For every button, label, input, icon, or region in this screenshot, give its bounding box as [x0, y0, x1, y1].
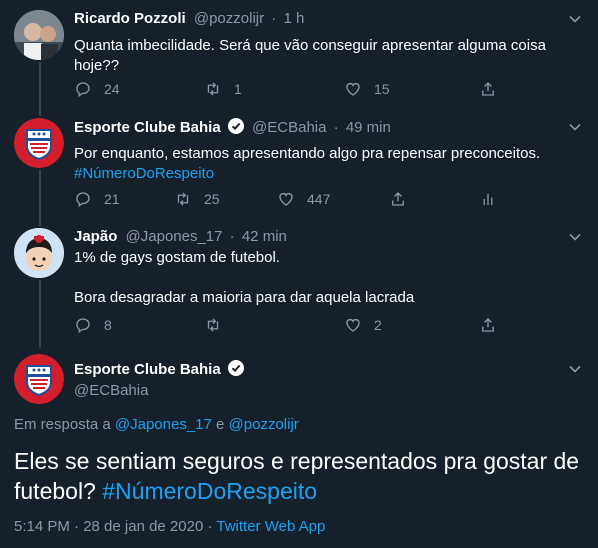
tweet-text-line: Bora desagradar a maioria para dar aquel…	[74, 289, 415, 306]
reply-count: 24	[104, 81, 120, 97]
retweet-button[interactable]: 25	[174, 190, 220, 208]
retweet-button[interactable]: 1	[204, 80, 242, 98]
retweet-count: 1	[234, 81, 242, 97]
reply-count: 8	[104, 317, 112, 333]
tweet-bahia[interactable]: Esporte Clube Bahia @ECBahia · 49 min Po…	[0, 108, 598, 218]
tweet-metadata: 5:14 PM · 28 de jan de 2020 · Twitter We…	[14, 518, 325, 535]
replying-to: Em resposta a @Japones_17 e @pozzolijr	[14, 416, 299, 433]
mention-link[interactable]: @pozzolijr	[229, 416, 299, 433]
analytics-button[interactable]	[479, 190, 509, 208]
chevron-down-icon[interactable]	[568, 362, 582, 376]
avatar[interactable]	[14, 118, 64, 168]
main-tweet-text: Eles se sentiam seguros e representados …	[14, 446, 584, 506]
reply-joiner: e	[216, 416, 225, 433]
tweet-actions: 8 2	[74, 316, 514, 336]
user-handle[interactable]: @pozzolijr	[194, 10, 264, 27]
chevron-down-icon[interactable]	[568, 120, 582, 134]
reply-icon	[76, 82, 90, 98]
analytics-icon	[483, 193, 493, 205]
retweet-button[interactable]	[204, 316, 234, 334]
heart-icon	[279, 192, 293, 206]
mention-link[interactable]: @Japones_17	[115, 416, 212, 433]
tweet-japao[interactable]: Japão @Japones_17 · 42 min 1% de gays go…	[0, 218, 598, 346]
cartoon-avatar-icon	[14, 228, 64, 278]
chevron-down-icon[interactable]	[568, 12, 582, 26]
display-name[interactable]: Japão	[74, 228, 117, 245]
share-button[interactable]	[479, 316, 509, 334]
user-handle[interactable]: @ECBahia	[74, 382, 244, 399]
like-button[interactable]: 15	[344, 80, 390, 98]
heart-icon	[346, 318, 360, 332]
bahia-crest-icon	[14, 354, 64, 404]
display-name[interactable]: Esporte Clube Bahia	[74, 119, 221, 136]
tweet-text-line: 1% de gays gostam de futebol.	[74, 249, 280, 266]
heart-icon	[346, 82, 360, 96]
bahia-crest-icon	[14, 118, 64, 168]
reply-icon	[76, 318, 90, 334]
source-link[interactable]: Twitter Web App	[216, 518, 325, 535]
tweet-time[interactable]: 42 min	[242, 228, 287, 245]
like-count: 2	[374, 317, 382, 333]
reply-button[interactable]: 24	[74, 80, 120, 98]
tweet-actions: 21 25 447	[74, 190, 514, 210]
reply-icon	[76, 192, 90, 208]
main-tweet-header: Esporte Clube Bahia @ECBahia	[74, 360, 244, 399]
avatar[interactable]	[14, 228, 64, 278]
tweet-body: Por enquanto, estamos apresentando algo …	[74, 144, 579, 184]
share-icon	[482, 82, 494, 96]
tweet-header: Ricardo Pozzoli @pozzolijr · 1 h	[74, 10, 304, 27]
share-icon	[392, 192, 404, 206]
avatar[interactable]	[14, 354, 64, 404]
share-button[interactable]	[479, 80, 509, 98]
user-handle[interactable]: @ECBahia	[252, 119, 326, 136]
tweet-text: Quanta imbecilidade. Será que vão conseg…	[74, 37, 546, 74]
chevron-down-icon[interactable]	[568, 230, 582, 244]
reply-prefix: Em resposta a	[14, 416, 111, 433]
tweet-body: 1% de gays gostam de futebol. Bora desag…	[74, 248, 579, 308]
share-button[interactable]	[389, 190, 419, 208]
reply-button[interactable]: 21	[74, 190, 120, 208]
retweet-icon	[207, 318, 219, 332]
avatar[interactable]	[14, 10, 64, 60]
reply-button[interactable]: 8	[74, 316, 112, 334]
retweet-icon	[207, 82, 219, 96]
tweet-ricardo[interactable]: Ricardo Pozzoli @pozzolijr · 1 h Quanta …	[0, 0, 598, 108]
avatar-photo-icon	[14, 10, 64, 60]
tweet-actions: 24 1 15	[74, 80, 514, 100]
like-button[interactable]: 447	[277, 190, 330, 208]
retweet-icon	[177, 192, 189, 206]
display-name[interactable]: Ricardo Pozzoli	[74, 10, 186, 27]
hashtag-link[interactable]: #NúmeroDoRespeito	[102, 478, 317, 504]
separator-dot: ·	[229, 228, 235, 245]
tweet-time[interactable]: 1 h	[283, 10, 304, 27]
separator-dot: ·	[333, 119, 339, 136]
verified-badge-icon	[227, 118, 244, 134]
retweet-count: 25	[204, 191, 220, 207]
user-handle[interactable]: @Japones_17	[126, 228, 223, 245]
tweet-text: Por enquanto, estamos apresentando algo …	[74, 145, 541, 162]
hashtag-link[interactable]: #NúmeroDoRespeito	[74, 164, 579, 184]
timestamp[interactable]: 5:14 PM · 28 de jan de 2020 ·	[14, 518, 212, 535]
tweet-time[interactable]: 49 min	[346, 119, 391, 136]
display-name[interactable]: Esporte Clube Bahia	[74, 361, 221, 378]
like-count: 15	[374, 81, 390, 97]
reply-count: 21	[104, 191, 120, 207]
verified-badge-icon	[227, 360, 244, 376]
tweet-header: Japão @Japones_17 · 42 min	[74, 228, 287, 245]
like-count: 447	[307, 191, 331, 207]
share-icon	[482, 318, 494, 332]
separator-dot: ·	[271, 10, 277, 27]
like-button[interactable]: 2	[344, 316, 382, 334]
tweet-header: Esporte Clube Bahia @ECBahia · 49 min	[74, 118, 391, 136]
